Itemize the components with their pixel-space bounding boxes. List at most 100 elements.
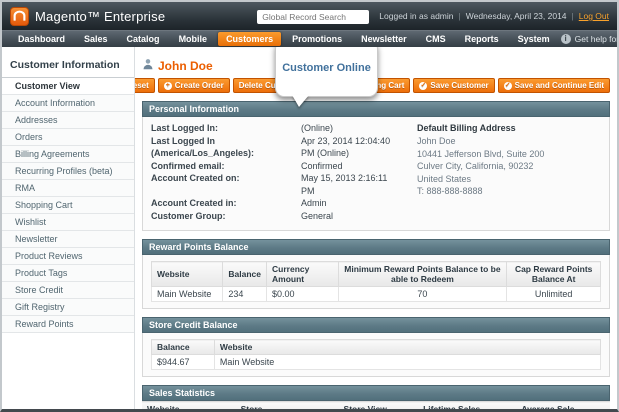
column-header: Store View [338,401,419,409]
sidebar-item-recurring-profiles[interactable]: Recurring Profiles (beta) [2,163,134,180]
sidebar-item-addresses[interactable]: Addresses [2,112,134,129]
admin-window: Magento™ Enterprise Logged in as admin |… [0,0,619,412]
column-header: Cap Reward Points Balance At [506,261,601,287]
cell-balance: $944.67 [151,354,215,370]
field-value: Apr 23, 2014 12:04:40 PM (Online) [301,135,391,159]
separator: | [571,11,574,21]
global-search-input[interactable] [257,10,370,24]
separator: | [458,11,461,21]
sidebar-item-newsletter[interactable]: Newsletter [2,231,134,248]
sidebar-item-wishlist[interactable]: Wishlist [2,214,134,231]
check-icon: ✓ [419,81,428,90]
column-header: Website [150,261,224,287]
nav-item-cms[interactable]: CMS [418,32,454,46]
session-info: Logged in as admin | Wednesday, April 23… [379,11,609,21]
nav-item-catalog[interactable]: Catalog [119,32,168,46]
sidebar-item-orders[interactable]: Orders [2,129,134,146]
check-icon: ✓ [503,81,512,90]
cell-minimum-redeem: 70 [337,286,508,302]
field-value: (Online) [301,123,334,133]
billing-line: 10441 Jefferson Blvd, Suite 200 [417,148,545,159]
column-header: Balance [151,339,215,355]
sidebar-item-customer-view[interactable]: Customer View [2,78,134,95]
billing-address-title: Default Billing Address [417,123,516,133]
column-header: Website [213,339,602,355]
customer-icon [142,57,154,75]
nav-item-customers[interactable]: Customers [218,32,282,46]
personal-information-section: Last Logged In: (Online) Last Logged In (… [142,117,610,231]
field-label: Customer Group: [151,210,226,221]
create-order-button[interactable]: + Create Order [157,78,230,93]
table-row: $944.67 Main Website [151,354,602,370]
sidebar-item-product-reviews[interactable]: Product Reviews [2,248,134,265]
sidebar-item-shopping-cart[interactable]: Shopping Cart [2,197,134,214]
magento-logo-icon [10,6,29,26]
table-row: Main Website 234 $0.00 70 Unlimited [150,286,601,302]
sidebar-item-product-tags[interactable]: Product Tags [2,265,134,282]
field-label: Confirmed email: [151,160,225,171]
billing-line: United States [417,173,472,184]
save-customer-button[interactable]: ✓ Save Customer [413,78,495,93]
reset-button[interactable]: Reset [135,78,155,93]
nav-item-promotions[interactable]: Promotions [284,32,350,46]
billing-line: John Doe [417,136,456,146]
sidebar-item-billing-agreements[interactable]: Billing Agreements [2,146,134,163]
column-header: Lifetime Sales [418,401,517,409]
default-billing-address: Default Billing Address John Doe 10441 J… [403,122,601,222]
column-header: Store [235,401,339,409]
get-help-label: Get help for this page [574,34,619,44]
logout-link[interactable]: Log Out [579,11,609,21]
nav-item-reports[interactable]: Reports [457,32,507,46]
field-label: Account Created in: [151,198,237,208]
personal-information-header: Personal Information [142,101,610,117]
global-search [257,7,370,25]
sales-statistics-table: Website Store Store View Lifetime Sales … [142,401,610,409]
sales-statistics-header: Sales Statistics [142,385,610,401]
current-date: Wednesday, April 23, 2014 [465,11,567,21]
field-value: General [301,210,334,221]
billing-line: T: 888-888-8888 [417,186,483,196]
cell-website: Main Website [150,286,224,302]
sidebar: Customer Information Customer View Accou… [2,47,135,409]
nav-item-dashboard[interactable]: Dashboard [10,32,73,46]
store-credit-table: Balance Website $944.67 Main Website [151,339,602,370]
save-and-continue-button[interactable]: ✓ Save and Continue Edit [497,78,610,93]
reward-points-section: Website Balance Currency Amount Minimum … [142,255,610,309]
field-value: Admin [301,198,327,208]
page-title: John Doe [158,59,213,73]
brand-title: Magento™ Enterprise [35,8,166,24]
logged-in-text: Logged in as admin [379,11,454,21]
nav-item-mobile[interactable]: Mobile [171,32,216,46]
column-header: Balance [222,261,268,287]
info-icon: i [560,34,571,44]
cell-currency-amount: $0.00 [266,286,339,302]
field-value: Confirmed [301,160,343,171]
sidebar-item-gift-registry[interactable]: Gift Registry [2,299,134,316]
cell-website: Main Website [213,354,602,370]
plus-icon: + [163,81,172,90]
field-label: Last Logged In (America/Los_Angeles): [151,135,255,159]
column-header: Currency Amount [266,261,339,287]
column-header: Minimum Reward Points Balance to be able… [337,261,508,287]
nav-item-newsletter[interactable]: Newsletter [353,32,415,46]
reward-points-header: Reward Points Balance [142,239,610,255]
sidebar-item-reward-points[interactable]: Reward Points [2,316,134,333]
reward-points-table: Website Balance Currency Amount Minimum … [150,261,601,302]
field-label: Last Logged In: [151,123,218,133]
store-credit-header: Store Credit Balance [142,317,610,333]
sidebar-item-rma[interactable]: RMA [2,180,134,197]
field-label: Account Created on: [151,173,240,183]
customer-online-callout: Customer Online [275,47,378,97]
nav-item-system[interactable]: System [510,32,558,46]
billing-line: Culver City, California, 90232 [417,161,534,171]
nav-item-sales[interactable]: Sales [76,32,116,46]
sidebar-item-store-credit[interactable]: Store Credit [2,282,134,299]
cell-balance: 234 [222,286,268,302]
column-header: Website [142,401,236,409]
get-help-link[interactable]: i Get help for this page [560,34,619,44]
sidebar-item-account-information[interactable]: Account Information [2,95,134,112]
cell-cap: Unlimited [506,286,601,302]
sidebar-title: Customer Information [2,56,134,78]
field-value: May 15, 2013 2:16:11 PM [301,173,388,196]
main-nav: Dashboard Sales Catalog Mobile Customers… [2,30,617,47]
